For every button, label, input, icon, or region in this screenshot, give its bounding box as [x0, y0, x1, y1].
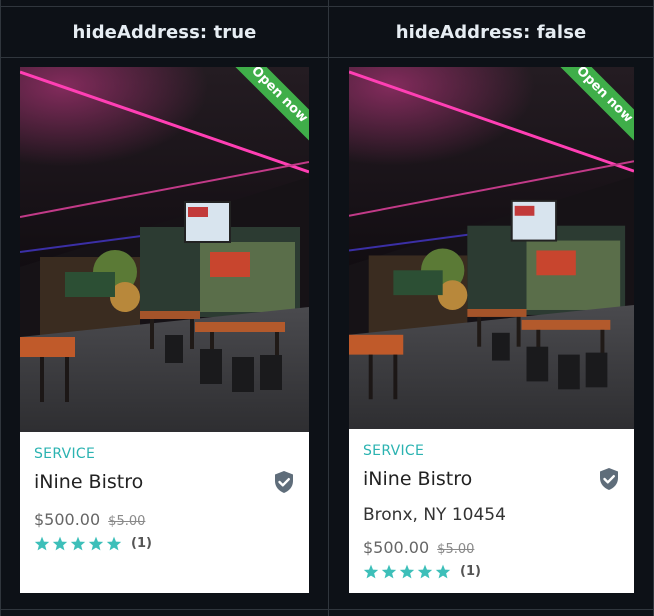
card-body: SERVICE iNine Bistro $500.00 $5.00 (1)	[20, 432, 309, 551]
star-icon	[52, 536, 68, 551]
star-icon	[435, 564, 451, 579]
listing-address: Bronx, NY 10454	[363, 505, 506, 525]
grid-border-left	[0, 0, 1, 616]
listing-card[interactable]: Open now SERVICE iNine Bistro Bronx, NY …	[349, 67, 634, 593]
price-row: $500.00 $5.00	[363, 538, 620, 557]
column-header-hide-true: hideAddress: true	[72, 21, 257, 43]
category-label: SERVICE	[363, 443, 425, 459]
star-icon	[106, 536, 122, 551]
grid-border-bottom	[0, 609, 654, 610]
rating-row: (1)	[34, 536, 295, 551]
story-grid: hideAddress: true hideAddress: false Ope…	[0, 0, 654, 616]
star-rating	[363, 564, 451, 579]
price: $500.00	[34, 510, 101, 529]
star-icon	[417, 564, 433, 579]
verified-shield-icon	[600, 468, 618, 490]
star-icon	[70, 536, 86, 551]
category-label: SERVICE	[34, 446, 96, 462]
original-price: $5.00	[108, 514, 146, 529]
star-icon	[399, 564, 415, 579]
rating-count: (1)	[131, 536, 152, 551]
star-icon	[363, 564, 379, 579]
listing-title[interactable]: iNine Bistro	[34, 471, 143, 493]
restaurant-photo-icon	[20, 67, 309, 432]
listing-title[interactable]: iNine Bistro	[363, 468, 472, 490]
column-divider	[328, 0, 329, 616]
star-icon	[88, 536, 104, 551]
price: $500.00	[363, 538, 430, 557]
header-divider	[0, 57, 654, 58]
verified-shield-icon	[275, 471, 293, 493]
rating-row: (1)	[363, 564, 620, 579]
star-rating	[34, 536, 122, 551]
original-price: $5.00	[437, 542, 475, 557]
star-icon	[381, 564, 397, 579]
title-row: iNine Bistro	[34, 470, 295, 494]
title-row: iNine Bistro	[363, 467, 620, 491]
column-header-hide-false: hideAddress: false	[395, 21, 587, 43]
listing-photo: Open now	[349, 67, 634, 429]
listing-photo: Open now	[20, 67, 309, 432]
price-row: $500.00 $5.00	[34, 510, 295, 529]
restaurant-photo-icon	[349, 67, 634, 429]
star-icon	[34, 536, 50, 551]
rating-count: (1)	[460, 564, 481, 579]
card-body: SERVICE iNine Bistro Bronx, NY 10454 $50…	[349, 429, 634, 579]
listing-card[interactable]: Open now SERVICE iNine Bistro $500.00 $5…	[20, 67, 309, 593]
